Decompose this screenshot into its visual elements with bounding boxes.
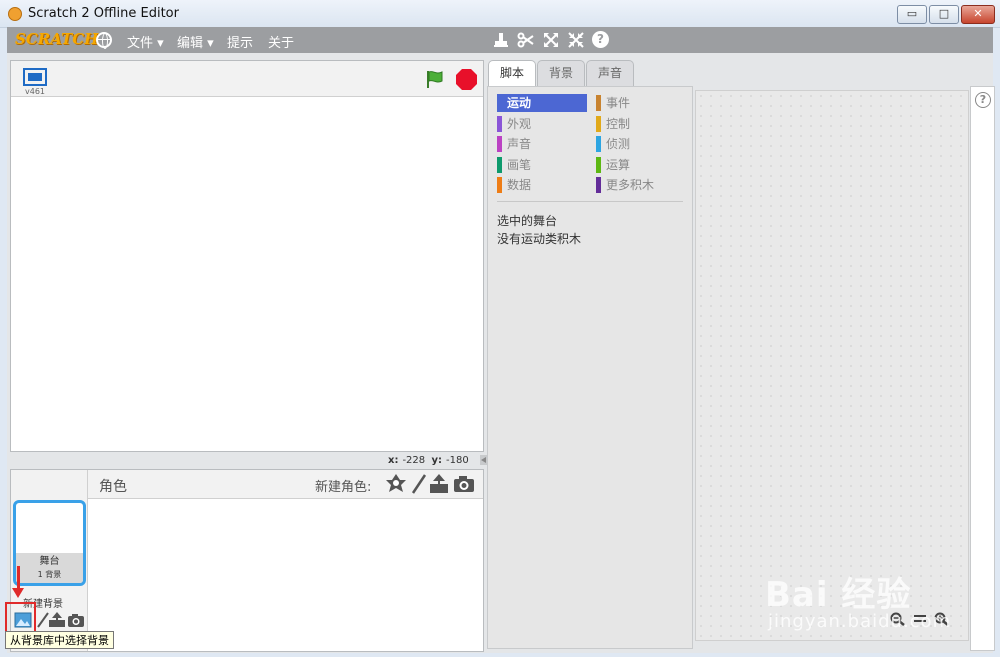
category-swatch (596, 136, 601, 152)
x-coord-label: x: (388, 455, 399, 466)
stage-thumbnail-name: 舞台 (39, 556, 60, 567)
menu-bar: SCRATCH 文件 ▾ 编辑 ▾ 提示 关于 ? (7, 27, 993, 53)
annotation-arrow (12, 566, 24, 598)
backdrop-library-tooltip: 从背景库中选择背景 (5, 631, 114, 649)
category-label: 画笔 (507, 158, 532, 172)
category-swatch (596, 177, 601, 193)
category-swatch (497, 157, 502, 173)
y-coord-value: -180 (446, 455, 469, 466)
category-label: 事件 (606, 96, 631, 110)
category-looks[interactable]: 外观 (497, 115, 587, 133)
new-sprite-label: 新建角色: (315, 480, 372, 495)
category-label: 数据 (507, 178, 532, 192)
category-label: 运算 (606, 158, 631, 172)
category-swatch (497, 136, 502, 152)
scratch-logo[interactable]: SCRATCH (15, 30, 98, 48)
category-swatch (596, 95, 601, 111)
version-label: v461 (25, 87, 46, 96)
category-label: 侦测 (606, 137, 631, 151)
selected-stage-note: 选中的舞台 (497, 214, 558, 228)
sprite-panel: 舞台 1 背景 新建背景 角色 新建角色: (10, 469, 484, 652)
upload-sprite-icon[interactable] (428, 472, 450, 496)
camera-sprite-icon[interactable] (453, 472, 475, 496)
language-globe-icon[interactable] (96, 32, 112, 49)
stage-thumbnail-caption: 舞台 1 背景 (16, 553, 83, 583)
duplicate-stamp-icon[interactable] (491, 30, 511, 50)
category-more-blocks[interactable]: 更多积木 (596, 176, 686, 194)
tab-backdrops[interactable]: 背景 (537, 60, 585, 86)
category-data[interactable]: 数据 (497, 176, 587, 194)
help-icon[interactable]: ? (592, 31, 609, 48)
maximize-button[interactable]: □ (929, 5, 959, 24)
category-swatch (497, 177, 502, 193)
stage-panel: v461 (10, 60, 484, 452)
shrink-icon[interactable] (566, 30, 586, 50)
tab-scripts[interactable]: 脚本 (488, 60, 536, 87)
fullscreen-icon[interactable] (23, 68, 47, 86)
camera-backdrop-icon[interactable] (67, 612, 85, 628)
category-swatch (596, 157, 601, 173)
green-flag-icon[interactable] (425, 69, 445, 89)
menu-file[interactable]: 文件 ▾ (127, 32, 164, 51)
minimize-button[interactable]: ▭ (897, 5, 927, 24)
category-swatch (596, 116, 601, 132)
category-operators[interactable]: 运算 (596, 156, 686, 174)
cut-scissors-icon[interactable] (516, 30, 536, 50)
category-swatch (497, 116, 502, 132)
mouse-coordinates: x: -228 y: -180 (388, 455, 469, 466)
block-palette: 运动 外观 声音 画笔 数据 事件 控制 侦测 运算 更多积木 选中的舞台 没有… (487, 86, 693, 649)
menu-tips[interactable]: 提示 (227, 32, 253, 51)
upload-backdrop-icon[interactable] (48, 612, 66, 628)
choose-sprite-library-icon[interactable] (385, 472, 407, 496)
menu-edit[interactable]: 编辑 ▾ (177, 32, 214, 51)
stage-thumbnail[interactable]: 舞台 1 背景 (13, 500, 86, 586)
category-label: 控制 (606, 117, 631, 131)
category-sound[interactable]: 声音 (497, 135, 587, 153)
stage-header: v461 (11, 61, 483, 97)
stage-thumbnail-backdrop-count: 1 背景 (37, 570, 62, 579)
menu-about[interactable]: 关于 (268, 32, 294, 51)
window-titlebar: Scratch 2 Offline Editor ▭ □ ✕ (0, 0, 1000, 28)
help-question-icon[interactable]: ? (975, 92, 991, 108)
grow-icon[interactable] (541, 30, 561, 50)
sprites-header: 角色 新建角色: (88, 470, 483, 499)
tab-sounds[interactable]: 声音 (586, 60, 634, 86)
category-label: 更多积木 (606, 178, 655, 192)
category-pen[interactable]: 画笔 (497, 156, 587, 174)
category-motion[interactable]: 运动 (497, 94, 587, 112)
paint-sprite-brush-icon[interactable] (408, 472, 430, 496)
category-events[interactable]: 事件 (596, 94, 686, 112)
y-coord-label: y: (431, 455, 443, 466)
palette-divider (497, 201, 683, 202)
sprites-title: 角色 (99, 479, 127, 495)
category-sensing[interactable]: 侦测 (596, 135, 686, 153)
annotation-highlight-box (5, 602, 36, 633)
script-area[interactable] (695, 90, 969, 641)
watermark-logo: Bai 经验 (765, 575, 912, 615)
category-label: 运动 (507, 96, 532, 110)
category-label: 外观 (507, 117, 532, 131)
help-sidebar: ? (970, 86, 995, 651)
watermark-url: jingyan.baidu.com (768, 611, 952, 632)
close-button[interactable]: ✕ (961, 5, 995, 24)
stop-sign-icon[interactable] (456, 69, 477, 90)
category-label: 声音 (507, 137, 532, 151)
scratch-cat-icon (8, 7, 22, 21)
window-title: Scratch 2 Offline Editor (28, 6, 179, 21)
no-motion-blocks-note: 没有运动类积木 (497, 232, 582, 246)
x-coord-value: -228 (402, 455, 426, 466)
category-control[interactable]: 控制 (596, 115, 686, 133)
